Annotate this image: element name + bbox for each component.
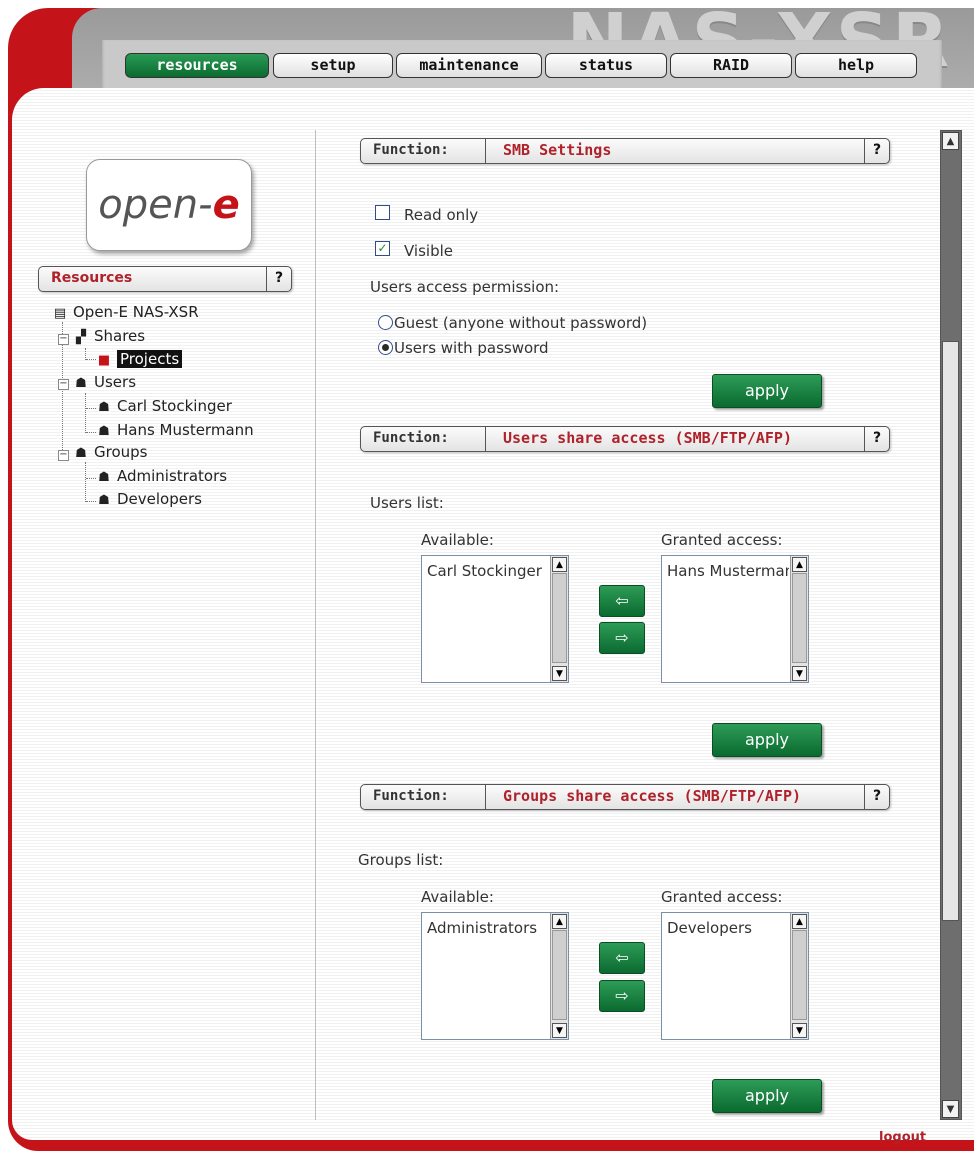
groups-access-apply-button[interactable]: apply [712,1079,822,1113]
logo-accent: e [212,182,240,228]
tree-share-projects[interactable]: ■ Projects [96,350,183,368]
list-item[interactable]: Carl Stockinger [427,562,549,580]
function-label: Function: [373,142,449,158]
groups-list-label: Groups list: [358,851,444,869]
visible-checkbox[interactable]: ✓ [375,241,390,256]
groups-granted-list[interactable]: Developers ▲ ▼ [661,912,809,1040]
logo-text: open- [98,182,213,228]
tab-maintenance[interactable]: maintenance [396,53,542,78]
scroll-up-icon[interactable]: ▲ [792,557,807,572]
guest-radio[interactable] [378,315,393,330]
tree-users[interactable]: ☗ Users [73,373,136,391]
read-only-label: Read only [404,206,479,224]
tab-raid[interactable]: RAID [670,53,792,78]
smb-settings-title: SMB Settings [503,141,612,159]
function-label: Function: [373,430,449,446]
group-icon: ☗ [98,470,110,485]
tree-shares[interactable]: ▞ Shares [73,327,145,345]
scroll-down-icon[interactable]: ▼ [552,1023,567,1038]
sidebar-title: Resources [51,270,133,286]
guest-option-label: Guest (anyone without password) [394,314,648,332]
collapse-users-icon[interactable]: − [58,379,69,390]
tab-help[interactable]: help [795,53,917,78]
tab-status[interactable]: status [545,53,667,78]
smb-help-button[interactable]: ? [864,139,889,163]
open-e-logo: open-e [86,159,252,251]
move-right-button[interactable]: ⇨ [599,980,645,1012]
collapse-shares-icon[interactable]: − [58,334,69,345]
list-item[interactable]: Developers [667,919,789,937]
scroll-up-icon[interactable]: ▲ [792,914,807,929]
logout-link[interactable]: logout [879,1130,926,1145]
scroll-up-icon[interactable]: ▲ [552,914,567,929]
users-access-title: Users share access (SMB/FTP/AFP) [503,429,792,447]
tree-user-hans[interactable]: ☗ Hans Mustermann [96,421,253,439]
scroll-down-icon[interactable]: ▼ [552,666,567,681]
users-icon: ☗ [75,376,87,391]
share-folder-icon: ■ [97,353,111,368]
tree-group-administrators[interactable]: ☗ Administrators [96,467,227,485]
tree-group-developers[interactable]: ☗ Developers [96,490,202,508]
smb-settings-header: Function: SMB Settings ? [360,138,890,164]
scroll-down-icon[interactable]: ▼ [942,1100,959,1118]
users-granted-list[interactable]: Hans Mustermann ▲ ▼ [661,555,809,683]
users-access-header: Function: Users share access (SMB/FTP/AF… [360,426,890,452]
groups-granted-label: Granted access: [661,888,783,906]
collapse-groups-icon[interactable]: − [58,450,69,461]
read-only-checkbox[interactable] [375,205,390,220]
user-icon: ☗ [98,424,110,439]
group-icon: ☗ [98,493,110,508]
function-label: Function: [373,788,449,804]
users-access-help-button[interactable]: ? [864,427,889,451]
list-scrollbar[interactable]: ▲ ▼ [790,556,808,682]
users-available-list[interactable]: Carl Stockinger ▲ ▼ [421,555,569,683]
list-scrollbar[interactable]: ▲ ▼ [550,556,568,682]
list-scrollbar[interactable]: ▲ ▼ [550,913,568,1039]
groups-access-header: Function: Groups share access (SMB/FTP/A… [360,784,890,810]
move-left-button[interactable]: ⇦ [599,942,645,974]
users-granted-label: Granted access: [661,531,783,549]
sidebar-header: Resources ? [38,266,292,292]
list-item[interactable]: Administrators [427,919,549,937]
groups-access-help-button[interactable]: ? [864,785,889,809]
tab-resources[interactable]: resources [125,53,269,78]
groups-available-list[interactable]: Administrators ▲ ▼ [421,912,569,1040]
user-icon: ☗ [98,400,110,415]
users-password-radio[interactable] [378,340,393,355]
users-list-label: Users list: [370,494,444,512]
groups-icon: ☗ [75,446,87,461]
scroll-down-icon[interactable]: ▼ [792,666,807,681]
page-scrollbar[interactable]: ▲ ▼ [940,130,962,1120]
scroll-up-icon[interactable]: ▲ [942,132,959,150]
tree-root[interactable]: ▤ Open-E NAS-XSR [52,303,199,321]
shares-icon: ▞ [76,330,86,345]
tab-setup[interactable]: setup [273,53,393,78]
visible-label: Visible [404,242,453,260]
permission-label: Users access permission: [370,278,560,296]
sidebar-help-button[interactable]: ? [266,267,291,291]
move-left-button[interactable]: ⇦ [599,585,645,617]
scroll-down-icon[interactable]: ▼ [792,1023,807,1038]
tree-user-carl[interactable]: ☗ Carl Stockinger [96,397,232,415]
users-access-apply-button[interactable]: apply [712,723,822,757]
groups-access-title: Groups share access (SMB/FTP/AFP) [503,787,802,805]
smb-apply-button[interactable]: apply [712,374,822,408]
users-available-label: Available: [421,531,494,549]
server-icon: ▤ [53,306,67,321]
tree-groups[interactable]: ☗ Groups [73,443,147,461]
scroll-thumb[interactable] [942,341,959,921]
column-divider [315,130,316,1120]
list-scrollbar[interactable]: ▲ ▼ [790,913,808,1039]
list-item[interactable]: Hans Mustermann [667,562,789,580]
groups-available-label: Available: [421,888,494,906]
scroll-up-icon[interactable]: ▲ [552,557,567,572]
move-right-button[interactable]: ⇨ [599,622,645,654]
users-password-option-label: Users with password [394,339,549,357]
